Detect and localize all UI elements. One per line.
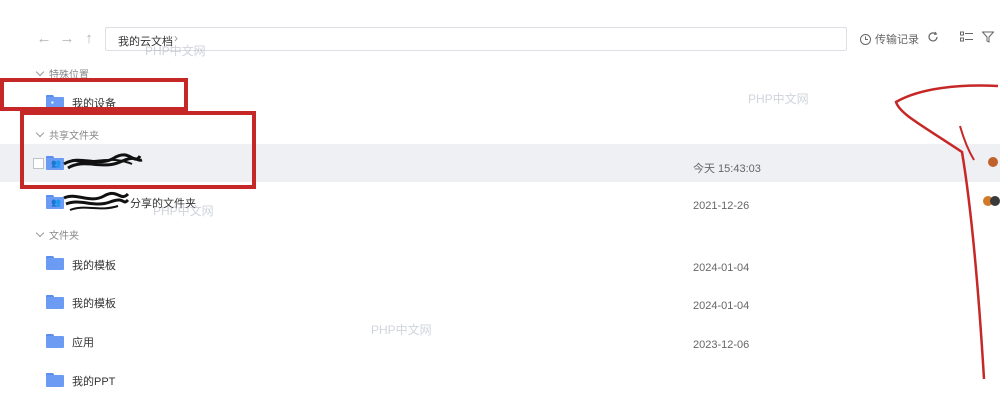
breadcrumb[interactable]: 我的云文档 (118, 33, 173, 49)
transfer-records-label: 传输记录 (875, 34, 919, 46)
item-name: 我的模板 (72, 260, 116, 272)
item-date: 2024-01-04 (693, 300, 750, 312)
transfer-records-button[interactable]: 传输记录 (859, 31, 919, 47)
up-arrow-icon[interactable]: ↑ (80, 30, 98, 48)
item-date: 2023-12-06 (693, 339, 750, 351)
path-bar[interactable]: 我的云文档 › (105, 27, 847, 51)
chevron-down-icon (35, 67, 45, 77)
list-item-shared-2[interactable]: 👥 分享的文件夹 2021-12-26 (0, 183, 1000, 221)
refresh-icon[interactable] (927, 31, 939, 43)
filter-icon[interactable] (982, 31, 994, 43)
section-label: 文件夹 (49, 231, 79, 242)
chevron-right-icon: › (174, 31, 178, 45)
list-item-shared-1[interactable]: 👥 今天 15:43:03 (0, 144, 1000, 182)
transfer-icon (860, 33, 871, 45)
list-item-folder-2[interactable]: 我的模板 2024-01-04 (0, 283, 1000, 321)
device-folder-icon: ▪ (46, 95, 64, 109)
item-name: 我的模板 (72, 298, 116, 310)
folder-icon (46, 373, 64, 387)
folder-icon (46, 256, 64, 270)
section-label: 共享文件夹 (49, 131, 99, 142)
shared-folder-icon: 👥 (46, 156, 64, 170)
folder-icon (46, 295, 64, 309)
item-name: 我的设备 (72, 98, 116, 110)
section-folders[interactable]: 文件夹 (35, 227, 79, 242)
list-item-folder-4[interactable]: 我的PPT (0, 361, 1000, 399)
shared-folder-icon: 👥 (46, 195, 64, 209)
item-date: 2021-12-26 (693, 200, 750, 212)
list-item-my-device[interactable]: ▪ 我的设备 (0, 82, 1000, 120)
section-label: 特殊位置 (49, 70, 89, 81)
chevron-down-icon (35, 128, 45, 138)
chevron-down-icon (35, 228, 45, 238)
list-view-icon[interactable] (960, 31, 973, 43)
section-special-locations[interactable]: 特殊位置 (35, 66, 89, 81)
item-name: 我的PPT (72, 376, 116, 388)
item-name: 分享的文件夹 (130, 198, 196, 210)
owner-avatar (988, 157, 998, 167)
toolbar: ← → ↑ 我的云文档 › 传输记录 (0, 0, 1000, 58)
folder-icon (46, 334, 64, 348)
item-date: 今天 15:43:03 (693, 163, 761, 175)
section-shared-folders[interactable]: 共享文件夹 (35, 127, 99, 142)
owner-avatar (990, 196, 1000, 206)
list-item-folder-3[interactable]: 应用 2023-12-06 (0, 322, 1000, 360)
forward-arrow-icon[interactable]: → (58, 30, 76, 48)
row-checkbox[interactable] (33, 158, 44, 169)
item-date: 2024-01-04 (693, 262, 750, 274)
item-name: 应用 (72, 337, 94, 349)
back-arrow-icon[interactable]: ← (35, 30, 53, 48)
list-item-folder-1[interactable]: 我的模板 2024-01-04 (0, 244, 1000, 282)
